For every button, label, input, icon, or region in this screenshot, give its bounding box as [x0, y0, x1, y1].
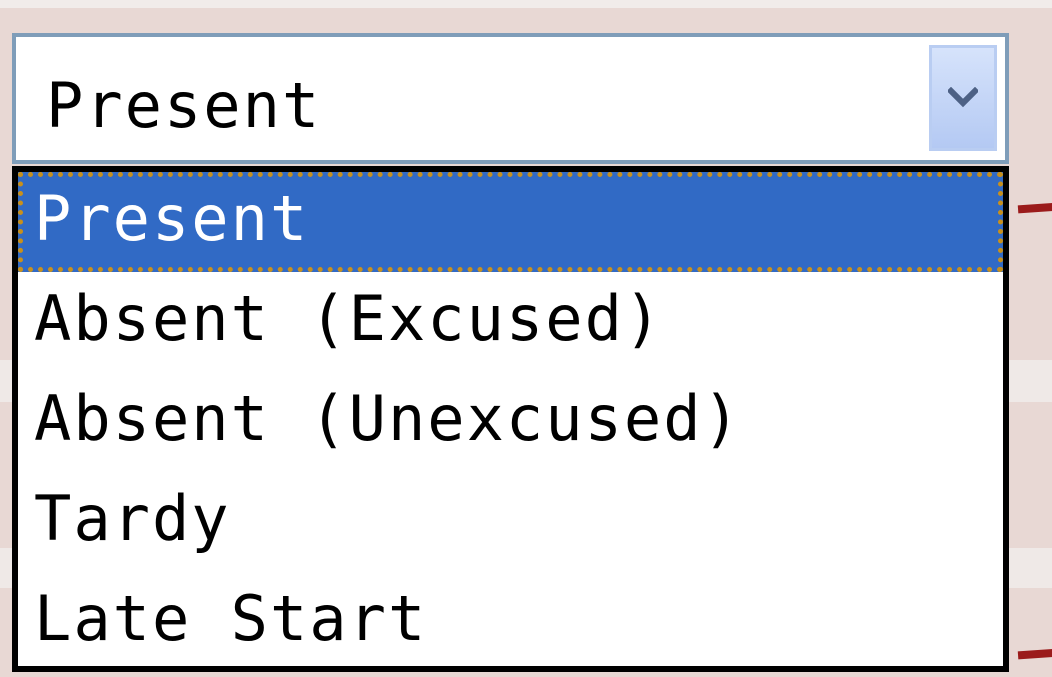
chevron-down-icon: [948, 87, 978, 108]
option-present[interactable]: Present: [18, 172, 1003, 272]
option-label: Present: [34, 182, 310, 255]
option-label: Absent (Unexcused): [34, 382, 742, 455]
option-absent-excused[interactable]: Absent (Excused): [18, 272, 1003, 372]
option-absent-unexcused[interactable]: Absent (Unexcused): [18, 372, 1003, 472]
option-tardy[interactable]: Tardy: [18, 472, 1003, 572]
option-label: Absent (Excused): [34, 282, 664, 355]
dropdown-options-list[interactable]: Present Absent (Excused) Absent (Unexcus…: [12, 166, 1009, 672]
attendance-select[interactable]: Present: [12, 33, 1009, 164]
annotation-mark: [1017, 648, 1052, 660]
option-late-start[interactable]: Late Start: [18, 572, 1003, 672]
option-label: Tardy: [34, 482, 231, 555]
select-current-value: Present: [46, 69, 322, 142]
annotation-mark: [1017, 202, 1052, 214]
option-label: Late Start: [34, 582, 428, 655]
background-strip: [0, 0, 1052, 8]
dropdown-arrow-button[interactable]: [929, 45, 997, 151]
